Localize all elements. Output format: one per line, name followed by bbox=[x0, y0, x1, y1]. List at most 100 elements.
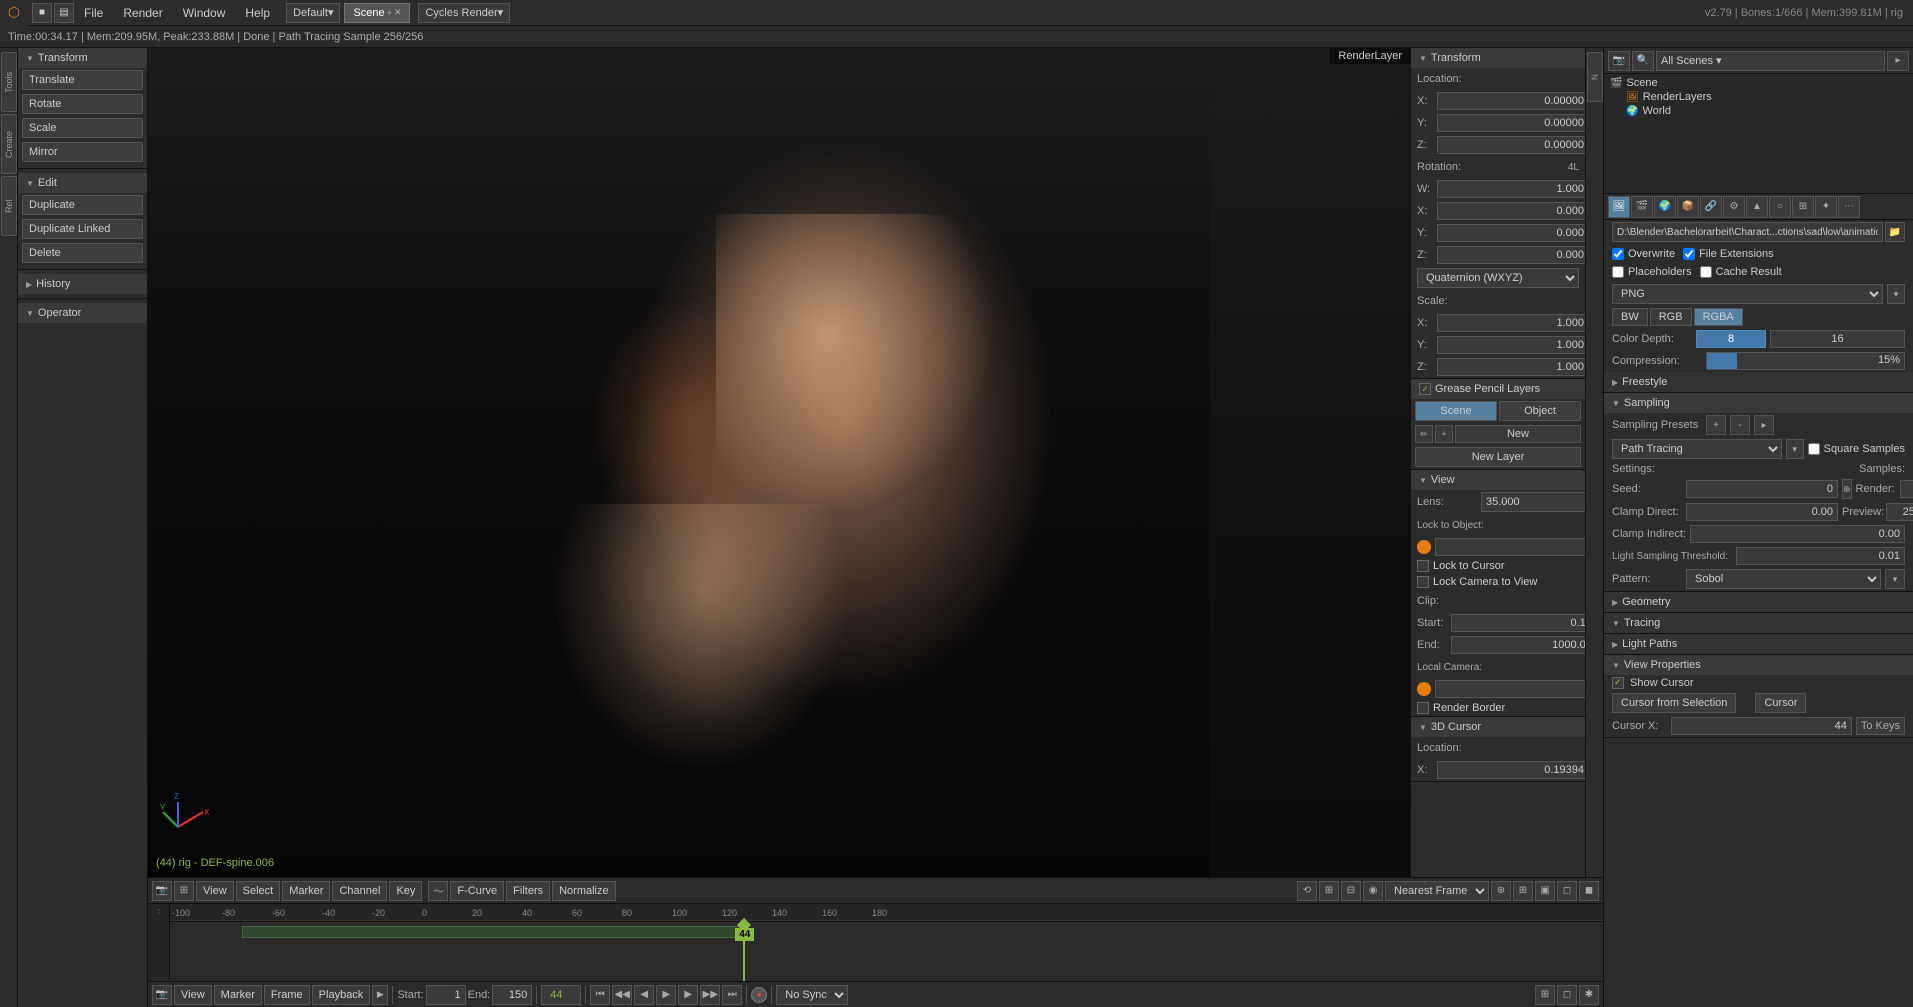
screen-layout-select[interactable]: Default ▾ bbox=[286, 3, 340, 23]
scale-btn[interactable]: Scale bbox=[22, 118, 143, 138]
layout-btn-1[interactable]: ■ bbox=[32, 3, 52, 23]
tl-icon-r7[interactable]: ▣ bbox=[1535, 881, 1555, 901]
scale-x-input[interactable] bbox=[1437, 314, 1585, 332]
frp-scene-select[interactable]: All Scenes ▾ bbox=[1656, 51, 1885, 71]
gp-edit-icon[interactable]: ✏ bbox=[1415, 425, 1433, 443]
tl-icon-r9[interactable]: ◼ bbox=[1579, 881, 1599, 901]
sp-remove-icon[interactable]: - bbox=[1730, 415, 1750, 435]
tl-camera-icon[interactable]: 📷 bbox=[152, 881, 172, 901]
rot-x-input[interactable] bbox=[1437, 202, 1585, 220]
new-layer-btn[interactable]: New Layer bbox=[1415, 447, 1581, 467]
mirror-btn[interactable]: Mirror bbox=[22, 142, 143, 162]
loc-z-input[interactable] bbox=[1437, 136, 1585, 154]
cursor-x-input[interactable] bbox=[1437, 761, 1585, 779]
tl-bottom-playback[interactable]: Playback bbox=[312, 985, 371, 1005]
render-engine-select[interactable]: Cycles Render ▾ bbox=[418, 3, 510, 23]
props-data-icon[interactable]: ▲ bbox=[1746, 196, 1768, 218]
sampling-header[interactable]: ▼ Sampling bbox=[1604, 393, 1913, 413]
tl-next-key[interactable]: ▶▶ bbox=[700, 985, 720, 1005]
tl-next-frame[interactable]: ▶ bbox=[678, 985, 698, 1005]
local-camera-input[interactable] bbox=[1435, 680, 1585, 698]
nearest-frame-select[interactable]: Nearest Frame bbox=[1385, 881, 1489, 901]
props-world-icon[interactable]: 🌍 bbox=[1654, 196, 1676, 218]
edit-header[interactable]: ▼ Edit bbox=[18, 173, 147, 193]
props-particles-icon[interactable]: ✦ bbox=[1815, 196, 1837, 218]
path-tracing-select[interactable]: Path Tracing bbox=[1612, 439, 1782, 459]
tl-fcurve-btn[interactable]: F-Curve bbox=[450, 881, 504, 901]
tl-jump-start[interactable]: ⏮ bbox=[590, 985, 610, 1005]
gp-scene-btn[interactable]: Scene bbox=[1415, 401, 1497, 421]
sp-add-icon[interactable]: + bbox=[1706, 415, 1726, 435]
tl-right-icon-2[interactable]: ◻ bbox=[1557, 985, 1577, 1005]
view-section-header[interactable]: ▼ View bbox=[1411, 470, 1585, 490]
outliner-world[interactable]: 🌍 World bbox=[1606, 104, 1911, 118]
translate-btn[interactable]: Translate bbox=[22, 70, 143, 90]
cursor-from-selection-btn[interactable]: Cursor from Selection bbox=[1612, 693, 1736, 713]
outliner-scene[interactable]: 🎬 Scene bbox=[1606, 76, 1911, 90]
render-samples-input[interactable] bbox=[1900, 480, 1913, 498]
transform-section-header[interactable]: ▼ Transform bbox=[1411, 48, 1585, 68]
cursor-x-val-input[interactable] bbox=[1671, 717, 1852, 735]
color-depth-16-btn[interactable]: 16 bbox=[1770, 330, 1905, 348]
tl-prev-key[interactable]: ◀◀ bbox=[612, 985, 632, 1005]
tl-fcurve-icon[interactable]: 〜 bbox=[428, 881, 448, 901]
tl-bottom-view[interactable]: View bbox=[174, 985, 212, 1005]
gp-section-header[interactable]: Grease Pencil Layers bbox=[1411, 379, 1585, 399]
tl-right-icon-1[interactable]: ⊞ bbox=[1535, 985, 1555, 1005]
pattern-select[interactable]: Sobol bbox=[1686, 569, 1881, 589]
current-frame-display[interactable]: 44 bbox=[541, 985, 581, 1005]
cursor-btn[interactable]: Cursor bbox=[1755, 693, 1806, 713]
playback-icon[interactable]: ▶ bbox=[372, 985, 388, 1005]
layout-btn-2[interactable]: ▤ bbox=[54, 3, 74, 23]
clip-end-input[interactable] bbox=[1451, 636, 1585, 654]
clamp-indirect-input[interactable] bbox=[1690, 525, 1905, 543]
menu-help[interactable]: Help bbox=[235, 4, 280, 22]
tl-right-icon-3[interactable]: ✱ bbox=[1579, 985, 1599, 1005]
menu-window[interactable]: Window bbox=[173, 4, 236, 22]
seed-input[interactable] bbox=[1686, 480, 1838, 498]
menu-file[interactable]: File bbox=[74, 4, 113, 22]
tl-mode-icon[interactable]: ⊞ bbox=[174, 881, 194, 901]
outliner-render-layers[interactable]: 🖼 RenderLayers bbox=[1606, 90, 1911, 104]
transform-header[interactable]: ▼ Transform bbox=[18, 48, 147, 68]
history-header[interactable]: ▶ History bbox=[18, 274, 147, 294]
props-obj-icon[interactable]: 📦 bbox=[1677, 196, 1699, 218]
props-texture-icon[interactable]: ⊞ bbox=[1792, 196, 1814, 218]
tl-jump-end[interactable]: ⏭ bbox=[722, 985, 742, 1005]
output-path-input[interactable] bbox=[1612, 222, 1883, 242]
gp-add-icon[interactable]: + bbox=[1435, 425, 1453, 443]
tl-icon-r3[interactable]: ⊟ bbox=[1341, 881, 1361, 901]
props-constraints-icon[interactable]: 🔗 bbox=[1700, 196, 1722, 218]
clamp-direct-input[interactable] bbox=[1686, 503, 1838, 521]
square-samples-cb[interactable] bbox=[1808, 443, 1820, 455]
tl-bottom-marker[interactable]: Marker bbox=[214, 985, 262, 1005]
tl-play[interactable]: ▶ bbox=[656, 985, 676, 1005]
freestyle-section[interactable]: ▶ Freestyle bbox=[1604, 372, 1913, 393]
scale-z-input[interactable] bbox=[1437, 358, 1585, 376]
props-modifiers-icon[interactable]: ⚙ bbox=[1723, 196, 1745, 218]
cache-result-cb[interactable] bbox=[1700, 266, 1712, 278]
gp-new-btn[interactable]: New bbox=[1455, 425, 1581, 443]
rotate-btn[interactable]: Rotate bbox=[22, 94, 143, 114]
rgb-btn[interactable]: RGB bbox=[1650, 308, 1692, 326]
pt-dropdown[interactable]: ▾ bbox=[1786, 439, 1804, 459]
cursor-section-header[interactable]: ▼ 3D Cursor bbox=[1411, 717, 1585, 737]
clip-start-input[interactable] bbox=[1451, 614, 1585, 632]
tl-view-btn[interactable]: View bbox=[196, 881, 234, 901]
scene-tab[interactable]: Scene + ✕ bbox=[344, 3, 410, 23]
frp-search-icon[interactable]: 🔍 bbox=[1632, 51, 1654, 71]
geometry-section[interactable]: ▶ Geometry bbox=[1604, 592, 1913, 613]
quaternion-select[interactable]: Quaternion (WXYZ) bbox=[1417, 268, 1579, 288]
compression-bar[interactable]: 15% bbox=[1706, 352, 1905, 370]
tl-icon-r6[interactable]: ⊞ bbox=[1513, 881, 1533, 901]
lock-cursor-cb[interactable] bbox=[1417, 560, 1429, 572]
tl-bottom-frame[interactable]: Frame bbox=[264, 985, 310, 1005]
rot-z-input[interactable] bbox=[1437, 246, 1585, 264]
output-path-browse[interactable]: 📁 bbox=[1885, 222, 1905, 242]
props-physics-icon[interactable]: ⋯ bbox=[1838, 196, 1860, 218]
to-keys-btn[interactable]: To Keys bbox=[1856, 717, 1905, 735]
record-btn[interactable]: ● bbox=[751, 987, 767, 1003]
tab-create[interactable]: Create bbox=[1, 114, 17, 174]
loc-y-input[interactable] bbox=[1437, 114, 1585, 132]
format-select[interactable]: PNG bbox=[1612, 284, 1883, 304]
